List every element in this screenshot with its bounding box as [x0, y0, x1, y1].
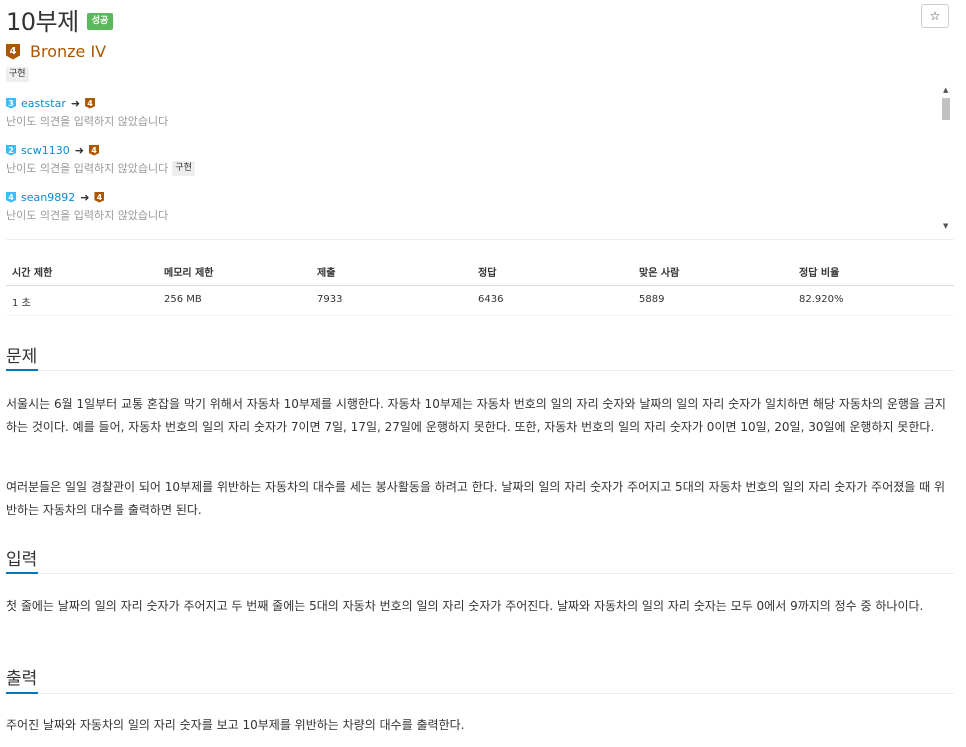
header-memory-limit: 메모리 제한: [164, 268, 214, 279]
arrow-icon: ➜: [74, 143, 84, 157]
divider: [6, 370, 954, 371]
section-title-output: 출력: [6, 669, 38, 689]
output-paragraph: 주어진 날짜와 자동차의 일의 자리 숫자를 보고 10부제를 위반하는 차량의…: [6, 718, 465, 732]
arrow-icon: ➜: [80, 190, 90, 204]
opinion-item: 2 scw1130 ➜ 4 난이도 의견을 입력하지 않았습니다 구현: [6, 143, 195, 176]
opinion-note: 난이도 의견을 입력하지 않았습니다: [6, 209, 169, 222]
header-accepted: 정답: [478, 268, 497, 279]
divider: [6, 239, 954, 240]
opinion-note: 난이도 의견을 입력하지 않았습니다: [6, 115, 169, 128]
tier-row: 4 Bronze IV: [6, 42, 106, 61]
tier-icon: 4: [89, 144, 99, 156]
user-link[interactable]: eaststar: [21, 97, 66, 110]
header-solved-users: 맞은 사람: [639, 268, 680, 279]
header-submissions: 제출: [317, 268, 336, 279]
star-button[interactable]: ☆: [921, 4, 949, 28]
table-header-row: 시간 제한 메모리 제한 제출 정답 맞은 사람 정답 비율: [6, 256, 954, 286]
divider: [6, 693, 954, 694]
difficulty-opinions[interactable]: 3 eaststar ➜ 4 난이도 의견을 입력하지 않았습니다 2 scw1…: [6, 86, 954, 232]
input-paragraph: 첫 줄에는 날짜의 일의 자리 숫자가 주어지고 두 번째 줄에는 5대의 자동…: [6, 599, 924, 613]
time-limit-value: 1 초: [12, 298, 31, 309]
tier-name: Bronze IV: [30, 42, 107, 61]
arrow-icon: ➜: [70, 96, 81, 110]
algorithm-tag[interactable]: 구현: [6, 67, 29, 82]
section-title-problem: 문제: [6, 347, 38, 367]
solved-users-value: 5889: [639, 294, 665, 305]
tier-icon: 4: [94, 191, 105, 203]
user-link[interactable]: scw1130: [21, 144, 70, 157]
scroll-down-icon[interactable]: ▼: [943, 222, 948, 230]
scroll-up-icon[interactable]: ▲: [943, 86, 948, 94]
section-accent: [6, 369, 38, 371]
ratio-value: 82.920%: [799, 294, 844, 305]
problem-paragraph: 서울시는 6월 1일부터 교통 혼잡을 막기 위해서 자동차 10부제를 시행한…: [6, 397, 946, 434]
tier-icon: 4: [85, 97, 96, 109]
memory-limit-value: 256 MB: [164, 294, 202, 305]
header-ratio: 정답 비율: [799, 268, 840, 279]
tier-icon: 2: [6, 144, 16, 156]
tier-icon: 4: [6, 191, 16, 203]
section-accent: [6, 572, 38, 574]
status-badge: 성공: [86, 12, 114, 30]
header-time-limit: 시간 제한: [12, 268, 53, 279]
problem-stats-table: 시간 제한 메모리 제한 제출 정답 맞은 사람 정답 비율 1 초 256 M…: [6, 256, 954, 316]
divider: [6, 573, 954, 574]
tier-icon: 3: [6, 97, 16, 109]
opinion-tag[interactable]: 구현: [172, 160, 195, 176]
table-row: 1 초 256 MB 7933 6436 5889 82.920%: [6, 286, 954, 316]
section-accent: [6, 692, 38, 694]
page-title: 10부제: [6, 7, 79, 36]
opinion-item: 4 sean9892 ➜ 4 난이도 의견을 입력하지 않았습니다: [6, 190, 168, 223]
user-link[interactable]: sean9892: [21, 191, 75, 204]
opinion-item: 3 eaststar ➜ 4 난이도 의견을 입력하지 않았습니다: [6, 96, 168, 129]
title-row: 10부제 성공: [6, 0, 114, 36]
submissions-value: 7933: [317, 294, 343, 305]
accepted-value: 6436: [478, 294, 504, 305]
scrollbar-thumb[interactable]: [942, 98, 950, 120]
section-title-input: 입력: [6, 550, 38, 570]
opinion-note: 난이도 의견을 입력하지 않았습니다: [6, 162, 169, 175]
bronze-tier-icon: 4: [6, 43, 20, 60]
problem-paragraph: 여러분들은 일일 경찰관이 되어 10부제를 위반하는 자동차의 대수를 세는 …: [6, 480, 946, 517]
scrollbar[interactable]: ▲ ▼: [940, 86, 952, 232]
